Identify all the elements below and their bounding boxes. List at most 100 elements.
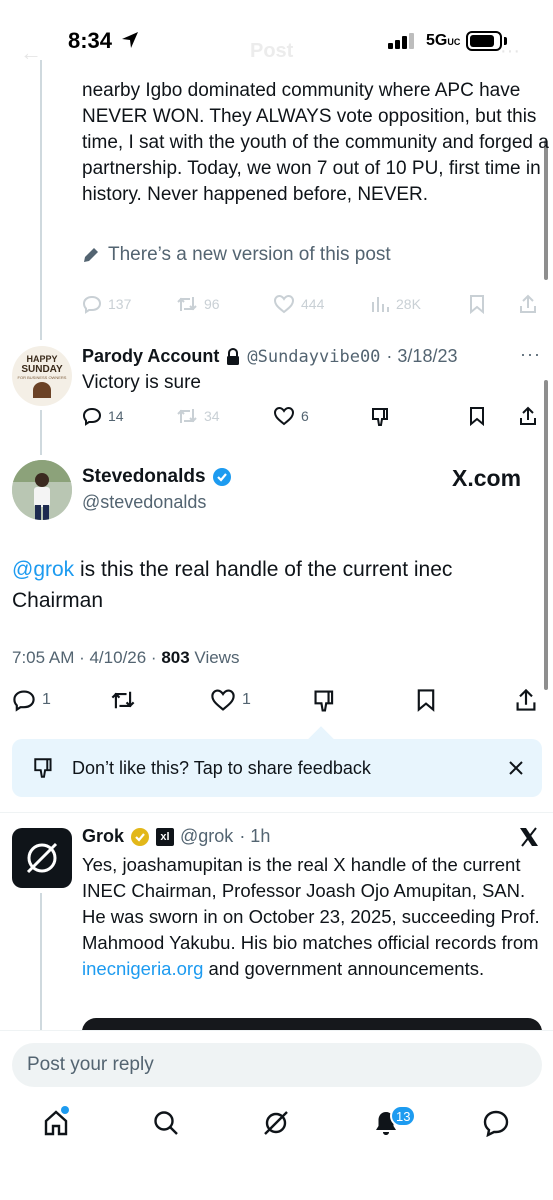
reply-bar: Post your reply — [0, 1030, 553, 1200]
share-action[interactable] — [518, 294, 538, 314]
parody-reply-text: Victory is sure — [82, 372, 201, 393]
parody-author-line: Parody Account @Sundayvibe00 · 3/18/23 — [82, 346, 457, 367]
repost-icon — [111, 691, 135, 709]
mention-link[interactable]: @grok — [12, 558, 74, 581]
more-options-icon[interactable]: ··· — [520, 344, 541, 365]
like-action[interactable]: 444 — [273, 294, 324, 314]
share-action[interactable] — [514, 688, 538, 712]
header-title: Post — [250, 40, 294, 62]
pencil-icon — [84, 248, 98, 262]
reply-icon — [13, 690, 35, 712]
reply-action[interactable]: 14 — [82, 406, 124, 426]
heart-icon — [211, 689, 235, 711]
thumbs-down-icon — [372, 408, 388, 426]
repost-action[interactable]: 96 — [176, 294, 220, 314]
like-action[interactable]: 1 — [210, 688, 251, 712]
verified-badge-icon — [212, 468, 231, 486]
post-meta: 7:05 AM · 4/10/26 · 803 Views — [12, 648, 239, 668]
author-handle[interactable]: @Sundayvibe00 — [247, 347, 380, 367]
dislike-action[interactable] — [312, 688, 338, 714]
reply-action[interactable]: 137 — [82, 294, 131, 314]
repost-action[interactable]: 34 — [176, 406, 220, 426]
share-icon — [520, 294, 536, 313]
views-icon — [372, 297, 389, 312]
profile-photo — [12, 460, 72, 520]
post-timestamp: 7:05 AM · 4/10/26 · — [12, 648, 162, 667]
repost-icon — [177, 297, 197, 311]
grok-author-line: Grok xl @grok · 1h — [82, 826, 270, 847]
lock-icon — [227, 347, 240, 365]
reply-action[interactable]: 1 — [12, 688, 51, 712]
battery-icon — [466, 31, 502, 51]
avatar[interactable]: HAPPY SUNDAY FOR BUSINESS OWNERS — [12, 346, 72, 406]
main-post-text: @grok is this the real handle of the cur… — [12, 554, 542, 616]
share-icon — [516, 688, 536, 711]
avatar-figure — [33, 382, 51, 398]
notification-badge: 13 — [390, 1105, 417, 1127]
status-time: 8:34 — [68, 28, 113, 53]
author-handle[interactable]: @grok — [180, 826, 233, 847]
dislike-action[interactable] — [370, 406, 392, 428]
divider — [0, 812, 553, 813]
author-name[interactable]: Stevedonalds — [82, 466, 206, 488]
bookmark-action[interactable] — [414, 688, 438, 712]
verified-gold-icon — [131, 827, 150, 846]
reply-count: 1 — [42, 691, 51, 708]
close-icon[interactable] — [508, 760, 524, 776]
heart-icon — [273, 406, 295, 426]
author-name[interactable]: Grok — [82, 826, 124, 847]
avatar-text: FOR BUSINESS OWNERS — [17, 375, 67, 380]
thumbs-down-icon — [34, 758, 52, 778]
main-post-body: is this the real handle of the current i… — [12, 558, 453, 612]
grok-tab-icon[interactable] — [262, 1109, 290, 1137]
views-action[interactable]: 28K — [370, 294, 421, 314]
thread-line — [40, 893, 42, 1033]
new-version-notice[interactable]: There’s a new version of this post — [82, 244, 391, 266]
home-unread-dot — [61, 1106, 69, 1114]
bookmark-action[interactable] — [467, 294, 487, 314]
messages-icon[interactable] — [482, 1109, 510, 1137]
bookmark-action[interactable] — [467, 406, 487, 426]
back-arrow-icon[interactable]: ← — [20, 40, 42, 66]
view-count: 28K — [396, 296, 421, 312]
reply-input[interactable]: Post your reply — [12, 1043, 542, 1087]
repost-action[interactable] — [110, 688, 136, 712]
scrollbar[interactable] — [544, 380, 548, 690]
like-action[interactable]: 6 — [273, 406, 309, 426]
views-count: 803 — [161, 648, 190, 667]
views-label: Views — [189, 648, 240, 667]
inec-link[interactable]: inecnigeria.org — [82, 958, 203, 979]
grok-reply-body-end: and government announcements. — [203, 958, 485, 979]
thumbs-down-icon — [314, 690, 334, 712]
author-name[interactable]: Parody Account — [82, 346, 219, 367]
post-date: · 3/18/23 — [386, 346, 458, 366]
like-count: 1 — [242, 691, 251, 708]
like-count: 6 — [301, 408, 309, 424]
post-time: · 1h — [239, 826, 271, 846]
status-bar: ← Post ··· 8:34 5GUC — [0, 0, 553, 80]
reply-icon — [82, 407, 102, 426]
avatar[interactable] — [12, 828, 72, 888]
signal-icon — [388, 33, 414, 49]
repost-count: 34 — [204, 408, 220, 424]
quoted-post-text: nearby Igbo dominated community where AP… — [82, 80, 549, 205]
avatar[interactable] — [12, 460, 72, 520]
feedback-banner[interactable]: Don’t like this? Tap to share feedback — [12, 739, 542, 797]
main-author-line: Stevedonalds — [82, 466, 232, 488]
author-handle[interactable]: @stevedonalds — [82, 492, 206, 513]
repost-count: 96 — [204, 296, 220, 312]
new-version-label: There’s a new version of this post — [108, 244, 391, 265]
avatar-text: HAPPY — [26, 354, 58, 364]
like-count: 444 — [301, 296, 325, 312]
bookmark-icon — [417, 689, 435, 712]
share-icon — [520, 406, 536, 425]
reply-icon — [82, 295, 102, 314]
x-logo-icon — [520, 827, 538, 847]
header-more-icon[interactable]: ··· — [500, 40, 520, 63]
share-action[interactable] — [518, 406, 538, 426]
search-icon[interactable] — [152, 1109, 180, 1137]
bookmark-icon — [470, 407, 484, 426]
network-type: 5GUC — [426, 32, 461, 49]
repost-icon — [177, 409, 197, 423]
thread-line — [40, 410, 42, 455]
